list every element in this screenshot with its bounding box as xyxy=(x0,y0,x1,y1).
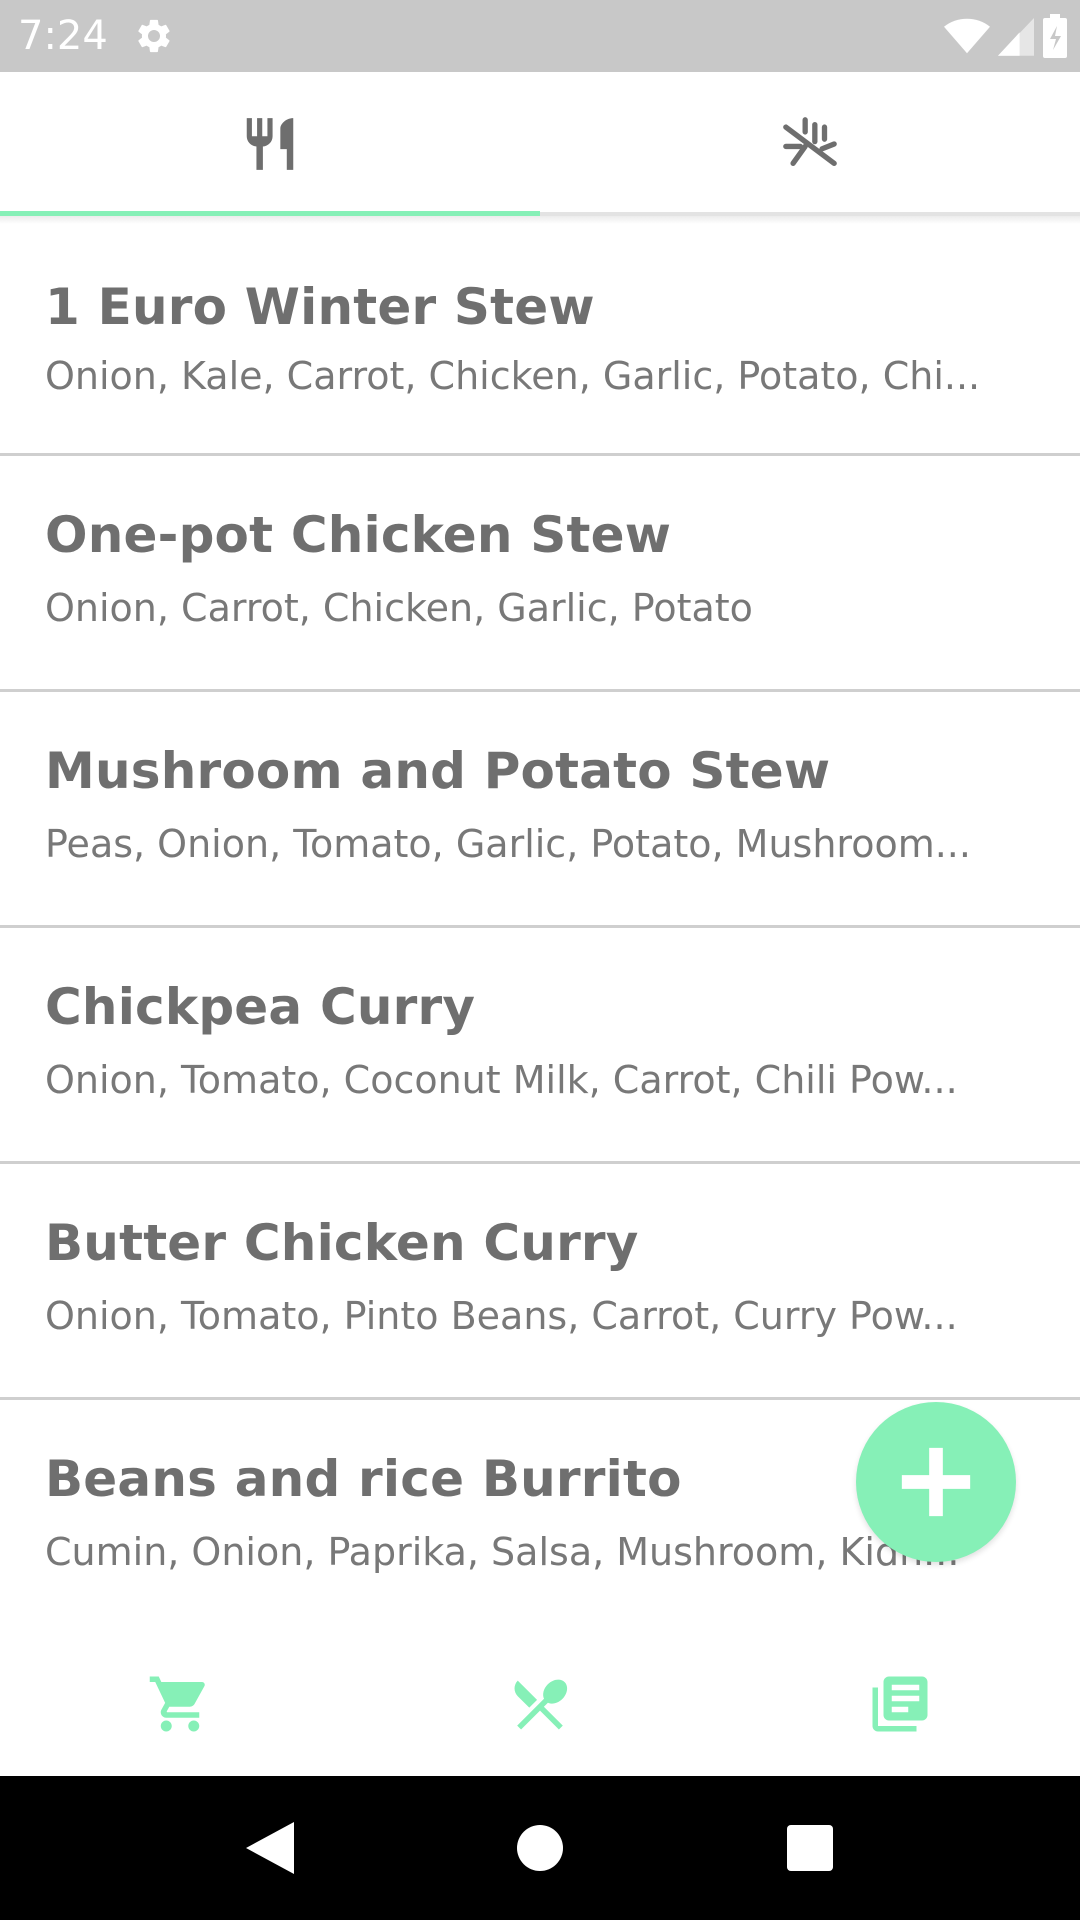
recipe-ingredients: Onion, Tomato, Pinto Beans, Carrot, Curr… xyxy=(45,1294,958,1338)
nav-shopping-cart[interactable] xyxy=(0,1632,360,1776)
recents-icon xyxy=(787,1825,833,1871)
recipe-item[interactable]: One-pot Chicken Stew Onion, Carrot, Chic… xyxy=(0,456,1080,692)
wifi-icon xyxy=(944,18,990,54)
status-time: 7:24 xyxy=(18,13,108,59)
add-recipe-button[interactable] xyxy=(856,1402,1016,1562)
tab-ingredients[interactable] xyxy=(540,72,1080,216)
recipe-ingredients: Onion, Carrot, Chicken, Garlic, Potato xyxy=(45,586,753,630)
plus-icon xyxy=(901,1447,971,1517)
recipe-name: Chickpea Curry xyxy=(45,978,476,1036)
back-icon xyxy=(246,1822,294,1874)
battery-icon xyxy=(1043,14,1067,58)
top-tabs xyxy=(0,72,1080,217)
nav-meals[interactable] xyxy=(360,1632,720,1776)
gear-icon xyxy=(138,19,170,53)
fork-knife-icon xyxy=(246,118,294,170)
recents-button[interactable] xyxy=(750,1776,870,1920)
recipe-name: Butter Chicken Curry xyxy=(45,1214,639,1272)
tab-recipes[interactable] xyxy=(0,72,540,216)
ingredients-icon xyxy=(783,117,837,166)
recipe-name: Mushroom and Potato Stew xyxy=(45,742,831,800)
status-icons xyxy=(944,14,1068,58)
recipe-item[interactable]: 1 Euro Winter Stew Onion, Kale, Carrot, … xyxy=(0,224,1080,456)
home-button[interactable] xyxy=(480,1776,600,1920)
status-bar: 7:24 xyxy=(0,0,1080,72)
back-button[interactable] xyxy=(210,1776,330,1920)
recipe-item[interactable]: Chickpea Curry Onion, Tomato, Coconut Mi… xyxy=(0,928,1080,1164)
recipe-name: 1 Euro Winter Stew xyxy=(45,278,595,336)
nav-list[interactable] xyxy=(720,1632,1080,1776)
tabs-shadow xyxy=(0,216,1080,224)
recipe-item[interactable]: Butter Chicken Curry Onion, Tomato, Pint… xyxy=(0,1164,1080,1400)
recipe-ingredients: Onion, Tomato, Coconut Milk, Carrot, Chi… xyxy=(45,1058,958,1102)
recipe-name: Beans and rice Burrito xyxy=(45,1450,682,1508)
recipe-ingredients: Peas, Onion, Tomato, Garlic, Potato, Mus… xyxy=(45,822,971,866)
cell-signal-icon xyxy=(998,18,1034,56)
recipe-name: One-pot Chicken Stew xyxy=(45,506,672,564)
list-icon xyxy=(872,1676,928,1732)
cart-icon xyxy=(149,1676,205,1732)
recipe-ingredients: Onion, Kale, Carrot, Chicken, Garlic, Po… xyxy=(45,354,981,398)
system-nav-bar xyxy=(0,1776,1080,1920)
fork-spoon-icon xyxy=(514,1679,568,1730)
home-icon xyxy=(517,1825,563,1871)
bottom-nav xyxy=(0,1632,1080,1776)
recipe-item[interactable]: Mushroom and Potato Stew Peas, Onion, To… xyxy=(0,692,1080,928)
